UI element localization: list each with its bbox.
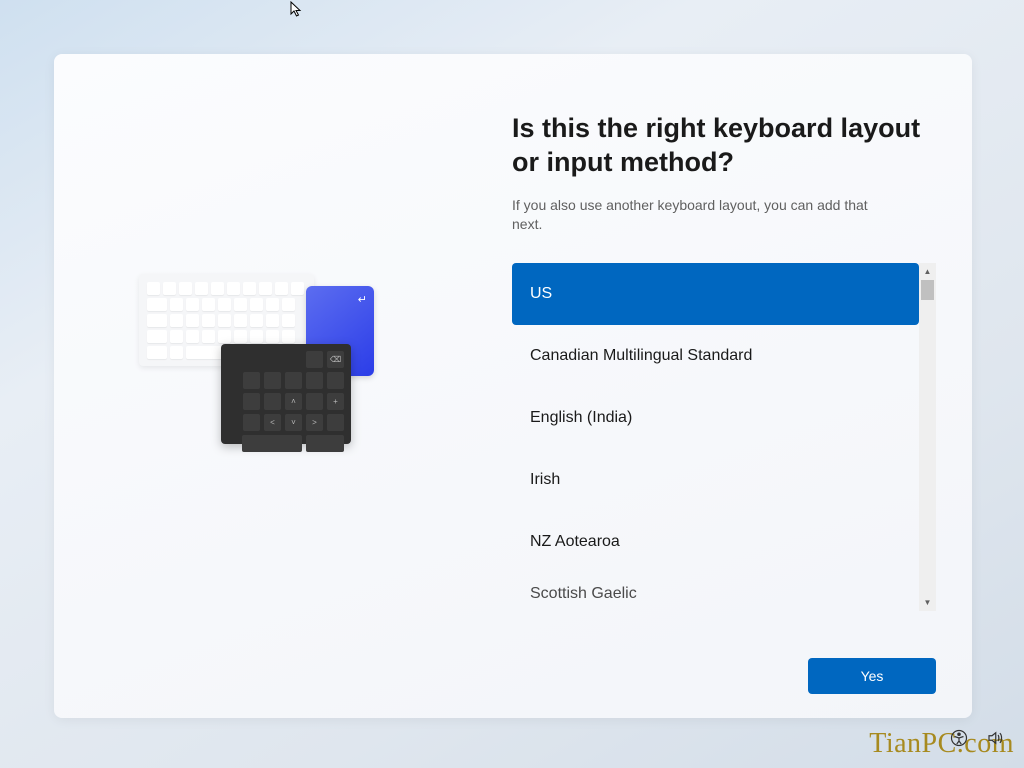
accessibility-icon[interactable] xyxy=(950,729,968,752)
keyboard-illustration: ↵ ⌫ ˄+ ˂˅˃ xyxy=(139,266,399,466)
scroll-track[interactable] xyxy=(919,280,936,594)
layout-option-us[interactable]: US xyxy=(512,263,919,325)
scroll-thumb[interactable] xyxy=(921,280,934,300)
scrollbar[interactable]: ▲ ▼ xyxy=(919,263,936,611)
scroll-down-button[interactable]: ▼ xyxy=(919,594,936,611)
mouse-cursor xyxy=(290,1,306,17)
taskbar-tray xyxy=(950,729,1004,752)
page-title: Is this the right keyboard layout or inp… xyxy=(512,112,936,180)
page-subtitle: If you also use another keyboard layout,… xyxy=(512,196,882,235)
layout-option-irish[interactable]: Irish xyxy=(512,449,919,511)
layout-option-english-india[interactable]: English (India) xyxy=(512,387,919,449)
enter-icon: ↵ xyxy=(358,293,367,306)
keyboard-layout-list-wrap: US Canadian Multilingual Standard Englis… xyxy=(512,263,936,611)
yes-button[interactable]: Yes xyxy=(808,658,936,694)
volume-icon[interactable] xyxy=(986,729,1004,752)
scroll-up-button[interactable]: ▲ xyxy=(919,263,936,280)
layout-option-nz-aotearoa[interactable]: NZ Aotearoa xyxy=(512,511,919,573)
illustration-pane: ↵ ⌫ ˄+ ˂˅˃ xyxy=(54,54,484,718)
oobe-card: ↵ ⌫ ˄+ ˂˅˃ Is this the right keyboard la… xyxy=(54,54,972,718)
layout-option-scottish-gaelic[interactable]: Scottish Gaelic xyxy=(512,573,919,611)
content-pane: Is this the right keyboard layout or inp… xyxy=(484,54,972,718)
numpad-graphic: ⌫ ˄+ ˂˅˃ xyxy=(221,344,351,444)
keyboard-layout-list[interactable]: US Canadian Multilingual Standard Englis… xyxy=(512,263,919,611)
layout-option-canadian-multilingual[interactable]: Canadian Multilingual Standard xyxy=(512,325,919,387)
footer: Yes xyxy=(512,634,936,694)
